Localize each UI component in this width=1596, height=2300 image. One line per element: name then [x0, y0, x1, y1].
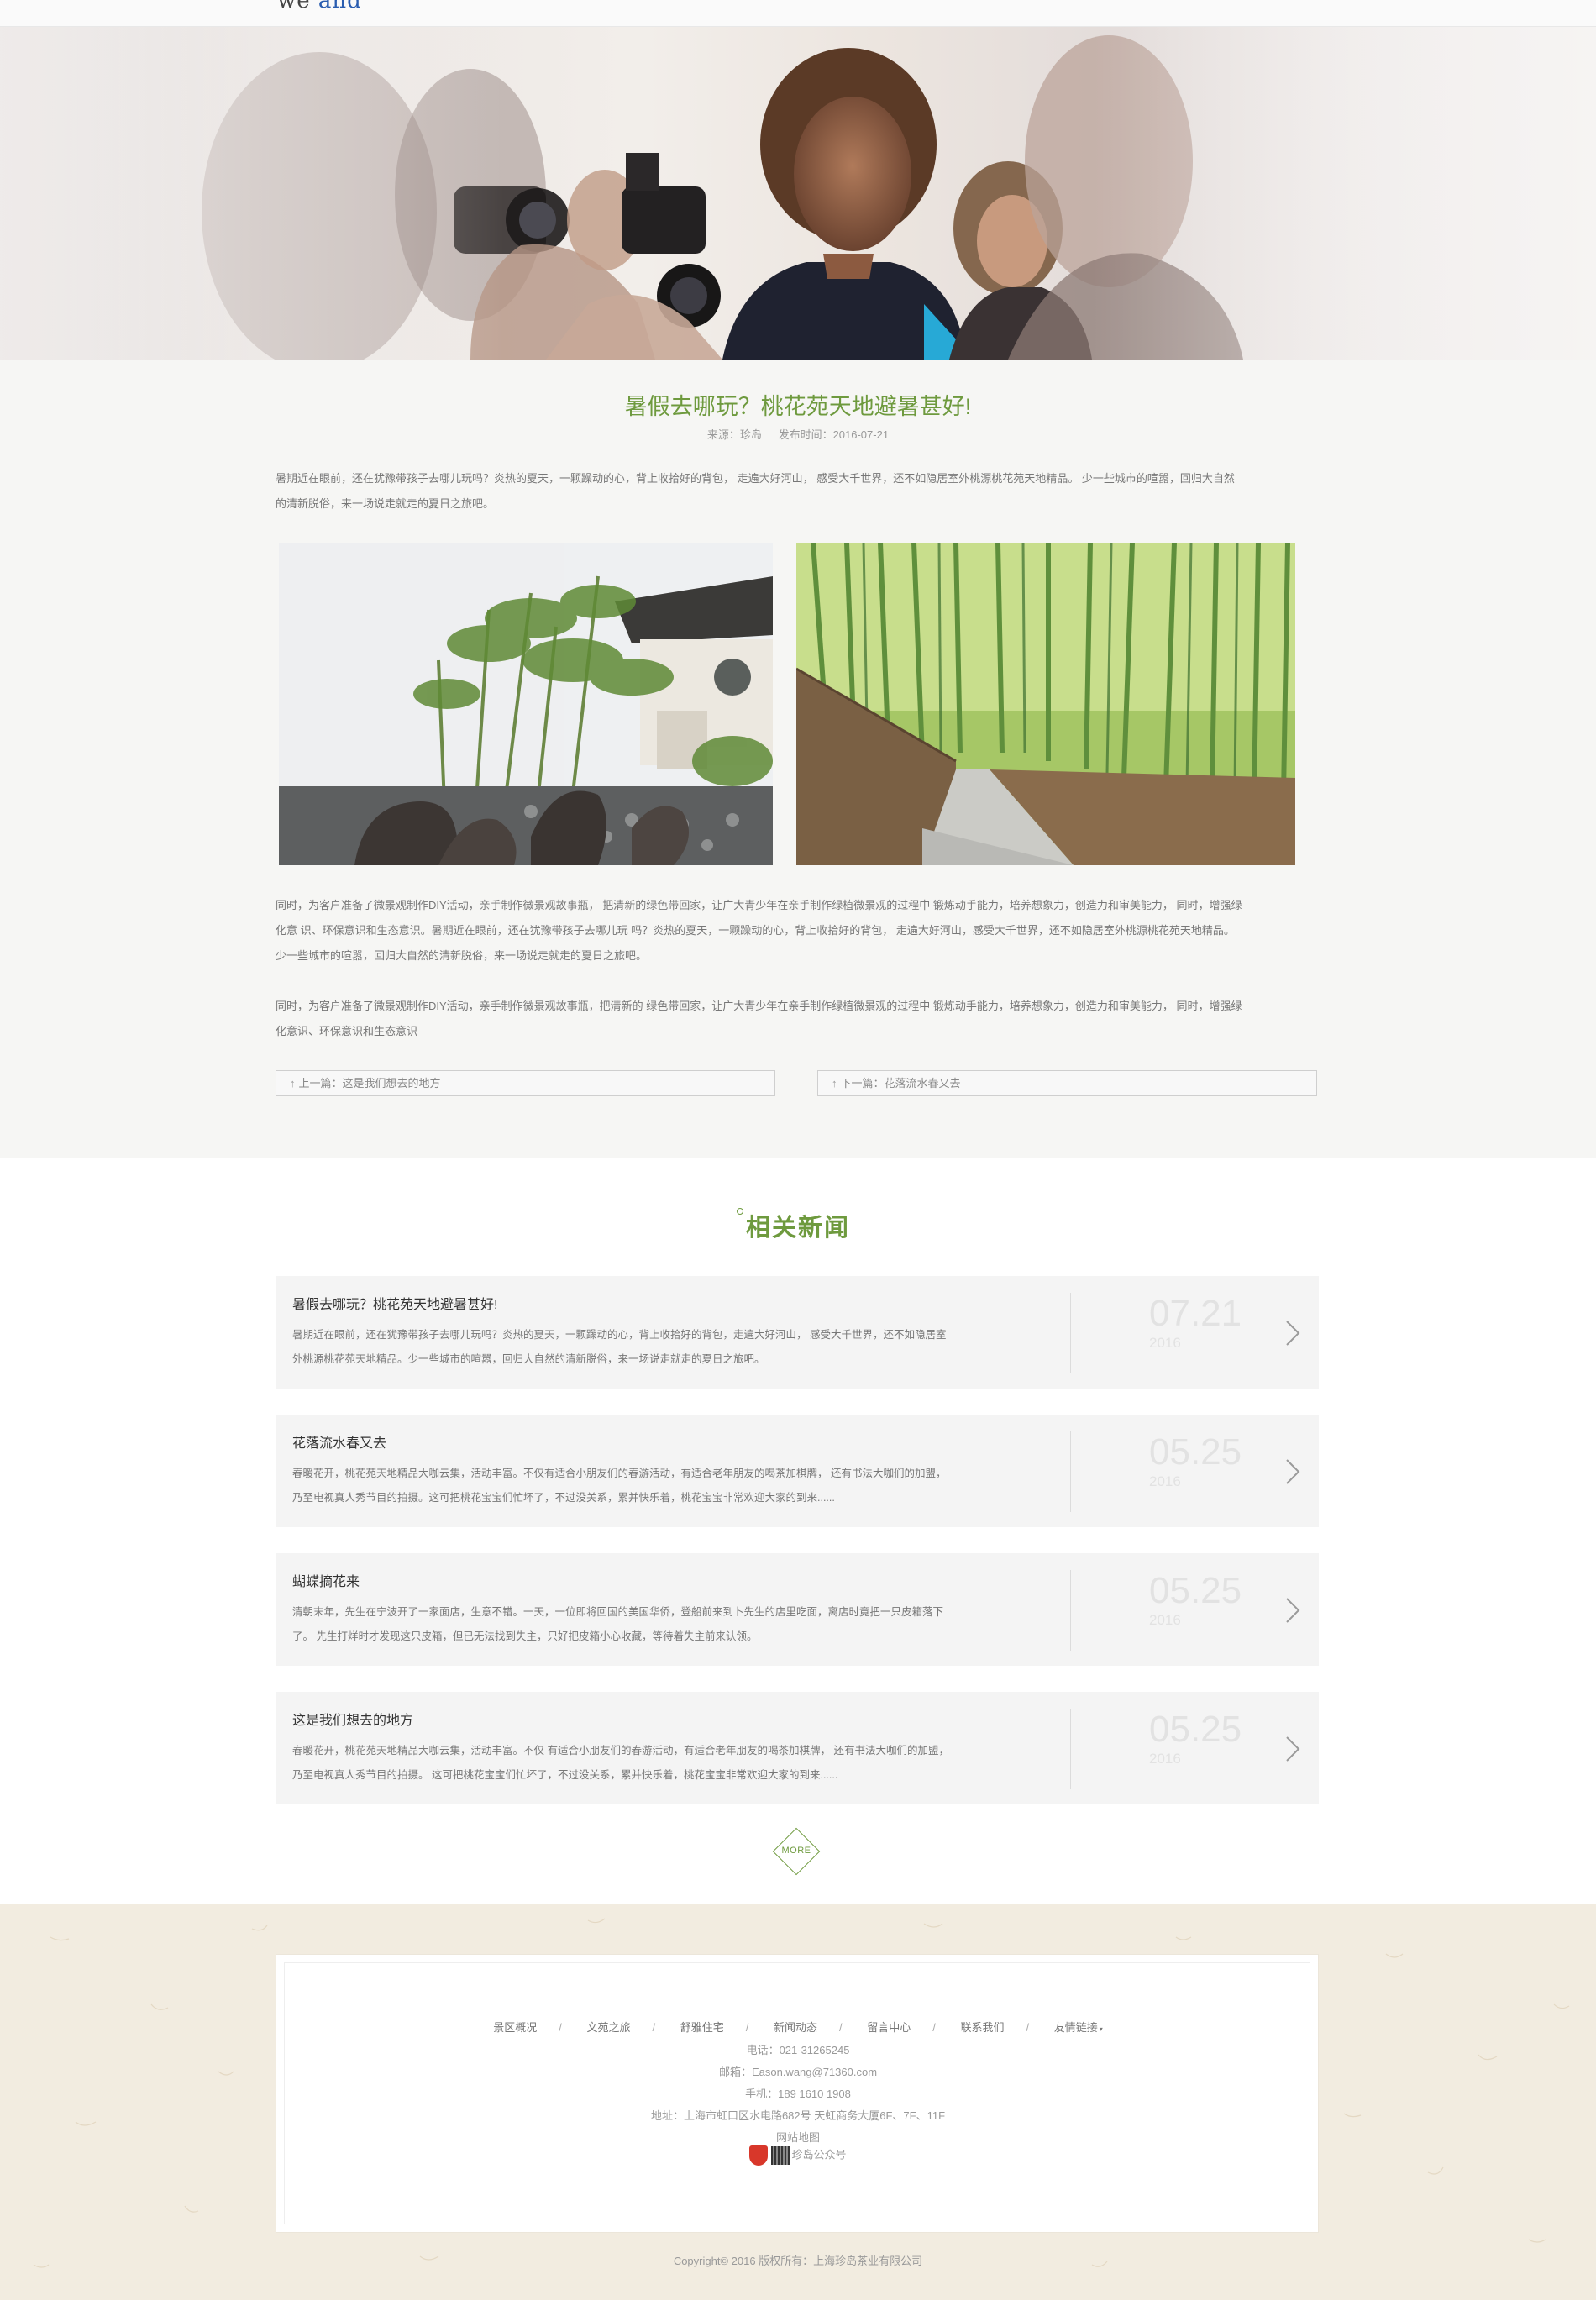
- wechat-link[interactable]: 珍岛公众号: [0, 2145, 1596, 2166]
- bamboo-path-photo: [796, 543, 1295, 865]
- footer-nav-message[interactable]: 留言中心: [867, 2019, 911, 2035]
- next-article-label: 下一篇：花落流水春又去: [840, 1077, 961, 1090]
- footer-phone: 电话：021-31265245: [746, 2044, 850, 2056]
- next-article-link[interactable]: ↑ 下一篇：花落流水春又去: [817, 1070, 1317, 1096]
- divider: [1070, 1570, 1071, 1651]
- chevron-right-icon[interactable]: [1280, 1594, 1305, 1627]
- news-item-title[interactable]: 花落流水春又去: [292, 1431, 386, 1452]
- related-news-title: 相关新闻: [745, 1215, 850, 1242]
- divider: [1070, 1431, 1071, 1512]
- more-button-label[interactable]: MORE: [771, 1846, 822, 1856]
- divider: [1070, 1709, 1071, 1789]
- article-title: 暑假去哪玩？桃花苑天地避暑甚好!: [624, 394, 972, 419]
- courtyard-photo: [279, 543, 773, 865]
- news-desc-line: 春暖花开，桃花苑天地精品大咖云集，活动丰富。不仅有适合小朋友们的春游活动，有适合…: [292, 1468, 947, 1479]
- footer-nav-residence[interactable]: 舒雅住宅: [680, 2019, 724, 2035]
- news-item[interactable]: 这是我们想去的地方 春暖花开，桃花苑天地精品大咖云集，活动丰富。不仅 有适合小朋…: [276, 1692, 1319, 1804]
- footer-email: 邮箱：Eason.wang@71360.com: [718, 2066, 878, 2078]
- article-text-line: 暑期近在眼前，还在犹豫带孩子去哪儿玩吗？炎热的夏天，一颗躁动的心，背上收拾好的背…: [276, 472, 1235, 485]
- news-item-desc: 暑期近在眼前，还在犹豫带孩子去哪儿玩吗？炎热的夏天，一颗躁动的心，背上收拾好的背…: [292, 1323, 1032, 1372]
- news-item-desc: 春暖花开，桃花苑天地精品大咖云集，活动丰富。不仅有适合小朋友们的春游活动，有适合…: [292, 1462, 1032, 1510]
- sitemap-link[interactable]: 网站地图: [0, 2129, 1596, 2145]
- footer-nav-scenic[interactable]: 景区概况: [493, 2019, 537, 2035]
- article-text-line: 同时，为客户准备了微景观制作DIY活动，亲手制作微景观故事瓶， 把清新的绿色带回…: [276, 899, 1242, 911]
- article-meta: 来源：珍岛 发布时间：2016-07-21: [0, 426, 1596, 442]
- footer-nav: 景区概况 / 文苑之旅 / 舒雅住宅 / 新闻动态 / 留言中心 / 联系我们 / 友情链接…: [0, 2019, 1596, 2035]
- wechat-label: 珍岛公众号: [791, 2148, 847, 2161]
- nav-separator: /: [1026, 2021, 1030, 2034]
- news-item[interactable]: 蝴蝶摘花来 清朝末年，先生在宁波开了一家面店，生意不错。一天，一位即将回国的美国…: [276, 1553, 1319, 1666]
- news-item-desc: 清朝末年，先生在宁波开了一家面店，生意不错。一天，一位即将回国的美国华侨，登船前…: [292, 1600, 1032, 1649]
- chevron-right-icon[interactable]: [1280, 1455, 1305, 1489]
- hero-banner: [0, 27, 1596, 360]
- footer-nav-contact[interactable]: 联系我们: [961, 2019, 1005, 2035]
- news-item-year: 2016: [1149, 1335, 1181, 1351]
- site-logo[interactable]: we and: [277, 0, 362, 13]
- news-desc-line: 外桃源桃花苑天地精品。少一些城市的喧嚣，回归大自然的清新脱俗，来一场说走就走的夏…: [292, 1353, 765, 1365]
- article-body-2: 同时，为客户准备了微景观制作DIY活动，亲手制作微景观故事瓶，把清新的 绿色带回…: [276, 994, 1317, 1044]
- news-desc-line: 春暖花开，桃花苑天地精品大咖云集，活动丰富。不仅 有适合小朋友们的春游活动，有适…: [292, 1745, 949, 1757]
- footer-address: 地址：上海市虹口区水电路682号 天虹商务大厦6F、7F、11F: [650, 2109, 946, 2122]
- arrow-up-icon: ↑: [290, 1077, 296, 1090]
- nav-separator: /: [559, 2021, 562, 2034]
- footer-nav-news[interactable]: 新闻动态: [774, 2019, 817, 2035]
- news-item-year: 2016: [1149, 1612, 1181, 1628]
- article-date: 发布时间：2016-07-21: [778, 428, 890, 441]
- news-item-year: 2016: [1149, 1473, 1181, 1489]
- news-desc-line: 乃至电视真人秀节目的拍摄。 这可把桃花宝宝们忙坏了，不过没关系，累并快乐着，桃花…: [292, 1769, 838, 1781]
- chevron-right-icon[interactable]: [1280, 1732, 1305, 1766]
- nav-separator: /: [745, 2021, 749, 2034]
- article-intro: 暑期近在眼前，还在犹豫带孩子去哪儿玩吗？炎热的夏天，一颗躁动的心，背上收拾好的背…: [276, 466, 1317, 517]
- prev-article-label: 上一篇：这是我们想去的地方: [298, 1077, 441, 1090]
- top-nav-bar: we and: [0, 0, 1596, 27]
- shield-badge-icon: [749, 2145, 769, 2166]
- news-item-date: 05.25: [1149, 1709, 1242, 1750]
- news-item[interactable]: 花落流水春又去 春暖花开，桃花苑天地精品大咖云集，活动丰富。不仅有适合小朋友们的…: [276, 1415, 1319, 1527]
- article-text-line: 的清新脱俗，来一场说走就走的夏日之旅吧。: [276, 497, 495, 510]
- copyright: Copyright© 2016 版权所有：上海珍岛茶业有限公司: [673, 2255, 923, 2267]
- news-item-year: 2016: [1149, 1751, 1181, 1767]
- news-desc-line: 乃至电视真人秀节目的拍摄。这可把桃花宝宝们忙坏了，不过没关系，累并快乐着，桃花宝…: [292, 1492, 835, 1504]
- news-item-date: 05.25: [1149, 1431, 1242, 1473]
- nav-separator: /: [932, 2021, 936, 2034]
- news-item[interactable]: 暑假去哪玩？桃花苑天地避暑甚好! 暑期近在眼前，还在犹豫带孩子去哪儿玩吗？炎热的…: [276, 1276, 1319, 1389]
- news-item-title[interactable]: 暑假去哪玩？桃花苑天地避暑甚好!: [292, 1293, 497, 1313]
- arrow-up-icon: ↑: [832, 1077, 837, 1090]
- nav-separator: /: [652, 2021, 656, 2034]
- hero-photo: [0, 27, 1596, 360]
- divider: [1070, 1293, 1071, 1373]
- article-text-line: 化意识、环保意识和生态意识: [276, 1025, 418, 1037]
- footer-mobile: 手机：189 1610 1908: [745, 2087, 851, 2100]
- article-text-line: 少一些城市的喧嚣，回归大自然的清新脱俗，来一场说走就走的夏日之旅吧。: [276, 949, 648, 962]
- news-item-date: 05.25: [1149, 1570, 1242, 1611]
- news-desc-line: 了。 先生打烊时才发现这只皮箱，但已无法找到失主，只好把皮箱小心收藏，等待着失主…: [292, 1630, 758, 1642]
- footer-nav-links-label: 友情链接: [1053, 2021, 1098, 2034]
- chevron-right-icon[interactable]: [1280, 1316, 1305, 1350]
- footer-nav-culture[interactable]: 文苑之旅: [586, 2019, 630, 2035]
- article-text-line: 同时，为客户准备了微景观制作DIY活动，亲手制作微景观故事瓶，把清新的 绿色带回…: [276, 1000, 1242, 1012]
- news-desc-line: 清朝末年，先生在宁波开了一家面店，生意不错。一天，一位即将回国的美国华侨，登船前…: [292, 1606, 944, 1618]
- article-text-line: 化意 识、环保意识和生态意识。暑期近在眼前，还在犹豫带孩子去哪儿玩 吗？炎热的夏…: [276, 924, 1235, 937]
- article-body-1: 同时，为客户准备了微景观制作DIY活动，亲手制作微景观故事瓶， 把清新的绿色带回…: [276, 893, 1317, 969]
- news-item-title[interactable]: 这是我们想去的地方: [292, 1709, 413, 1729]
- caret-down-icon: ▾: [1099, 2025, 1103, 2033]
- prev-article-link[interactable]: ↑ 上一篇：这是我们想去的地方: [276, 1070, 775, 1096]
- footer-nav-links[interactable]: 友情链接 ▾: [1054, 2019, 1103, 2035]
- news-item-desc: 春暖花开，桃花苑天地精品大咖云集，活动丰富。不仅 有适合小朋友们的春游活动，有适…: [292, 1739, 1032, 1788]
- news-desc-line: 暑期近在眼前，还在犹豫带孩子去哪儿玩吗？炎热的夏天，一颗躁动的心，背上收拾好的背…: [292, 1329, 947, 1341]
- nav-separator: /: [839, 2021, 843, 2034]
- news-item-title[interactable]: 蝴蝶摘花来: [292, 1570, 360, 1590]
- news-item-date: 07.21: [1149, 1293, 1242, 1334]
- article-source: 来源：珍岛: [706, 428, 762, 441]
- qr-code-icon: [771, 2146, 790, 2165]
